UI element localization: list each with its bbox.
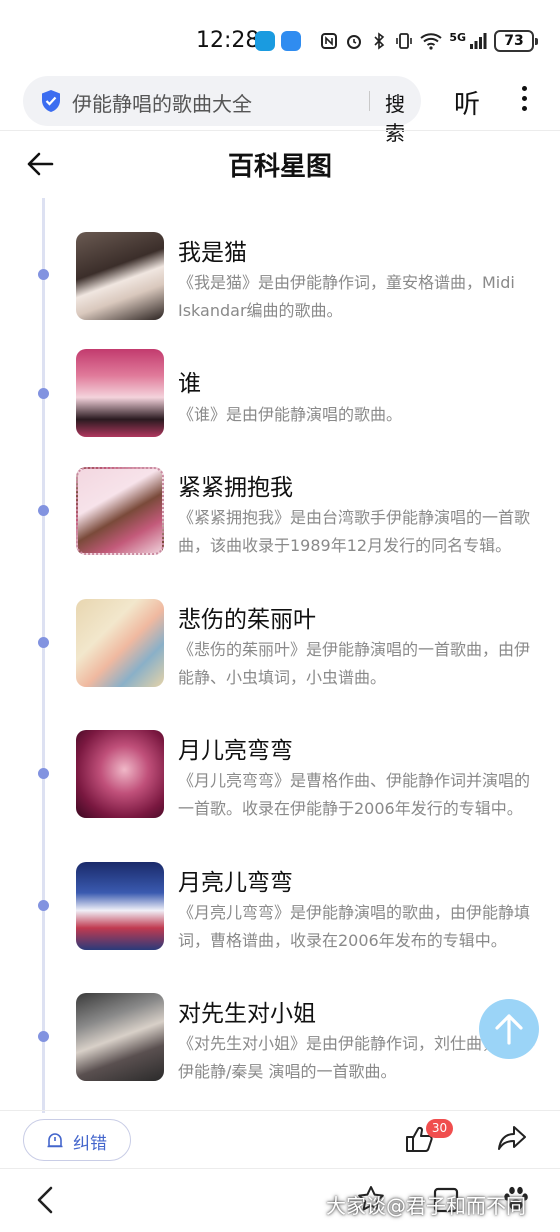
song-description: 《月儿亮弯弯》是曹格作曲、伊能静作词并演唱的一首歌。收录在伊能静于2006年发行… bbox=[178, 771, 531, 818]
feedback-button[interactable]: 纠错 bbox=[23, 1119, 131, 1161]
song-thumbnail[interactable] bbox=[76, 599, 164, 687]
status-indicators: 5G 73 bbox=[320, 28, 538, 54]
timeline-dot bbox=[38, 505, 49, 516]
song-description: 《谁》是由伊能静演唱的歌曲。 bbox=[178, 405, 403, 424]
shield-check-icon bbox=[42, 90, 60, 112]
timeline-line bbox=[42, 198, 45, 1113]
alarm-icon bbox=[347, 35, 362, 49]
timeline-dot bbox=[38, 388, 49, 399]
search-input[interactable]: 伊能静唱的歌曲大全 bbox=[72, 88, 252, 117]
song-thumbnail[interactable] bbox=[76, 467, 164, 555]
like-count-badge: 30 bbox=[426, 1119, 453, 1138]
song-title[interactable]: 谁 bbox=[178, 364, 201, 398]
song-title[interactable]: 紧紧拥抱我 bbox=[178, 468, 293, 502]
listen-button[interactable]: 听 bbox=[454, 84, 480, 121]
search-bar[interactable]: 伊能静唱的歌曲大全 搜索 bbox=[23, 76, 421, 145]
status-bar: 12:28 5G 73 bbox=[0, 0, 560, 80]
song-thumbnail[interactable] bbox=[76, 993, 164, 1081]
nav-divider bbox=[0, 1168, 560, 1169]
bottom-toolbar-divider bbox=[0, 1110, 560, 1111]
arrow-up-icon bbox=[495, 1014, 523, 1045]
wifi-icon bbox=[420, 33, 442, 50]
watermark: 大家谈@君子和而不同 bbox=[326, 1194, 526, 1218]
song-description: 《悲伤的茱丽叶》是伊能静演唱的一首歌曲，由伊能静、小虫填词，小虫谱曲。 bbox=[178, 640, 531, 687]
feedback-label: 纠错 bbox=[73, 1134, 107, 1154]
song-description: 《紧紧拥抱我》是由台湾歌手伊能静演唱的一首歌曲，该曲收录于1989年12月发行的… bbox=[178, 508, 531, 555]
song-thumbnail[interactable] bbox=[76, 730, 164, 818]
status-time: 12:28 bbox=[196, 28, 260, 53]
vibrate-icon bbox=[396, 33, 413, 49]
song-description: 《我是猫》是由伊能静作词，童安格谱曲，Midi Iskandar编曲的歌曲。 bbox=[178, 273, 515, 320]
timeline-dot bbox=[38, 768, 49, 779]
page-title: 百科星图 bbox=[227, 152, 332, 182]
signal-icon bbox=[470, 33, 487, 49]
song-title[interactable]: 月亮儿弯弯 bbox=[178, 863, 293, 897]
timeline-dot bbox=[38, 900, 49, 911]
network-type: 5G bbox=[449, 30, 466, 44]
song-title[interactable]: 月儿亮弯弯 bbox=[178, 731, 293, 765]
cloud-notification-icon bbox=[281, 31, 301, 51]
song-title[interactable]: 悲伤的茱丽叶 bbox=[178, 600, 316, 634]
bluetooth-icon bbox=[374, 32, 385, 50]
song-description: 《月亮儿弯弯》是伊能静演唱的歌曲，由伊能静填词，曹格谱曲，收录在2006年发布的… bbox=[178, 903, 531, 950]
share-arrow-icon[interactable] bbox=[496, 1124, 528, 1152]
song-thumbnail[interactable] bbox=[76, 862, 164, 950]
more-options-icon[interactable] bbox=[514, 86, 534, 116]
nfc-icon bbox=[321, 33, 338, 49]
song-thumbnail[interactable] bbox=[76, 349, 164, 437]
alarm-bell-icon bbox=[47, 1133, 63, 1148]
battery-indicator: 73 bbox=[494, 30, 538, 52]
timeline-dot bbox=[38, 269, 49, 280]
timeline-dot bbox=[38, 637, 49, 648]
nav-back-icon[interactable] bbox=[34, 1185, 56, 1215]
browser-notification-icon bbox=[255, 31, 275, 51]
song-title[interactable]: 我是猫 bbox=[178, 233, 247, 267]
header-divider bbox=[0, 130, 560, 131]
song-thumbnail[interactable] bbox=[76, 232, 164, 320]
search-divider bbox=[369, 91, 370, 111]
timeline-dot bbox=[38, 1031, 49, 1042]
search-button[interactable]: 搜索 bbox=[385, 88, 421, 146]
scroll-to-top-button[interactable] bbox=[479, 999, 539, 1059]
song-title[interactable]: 对先生对小姐 bbox=[178, 994, 316, 1028]
